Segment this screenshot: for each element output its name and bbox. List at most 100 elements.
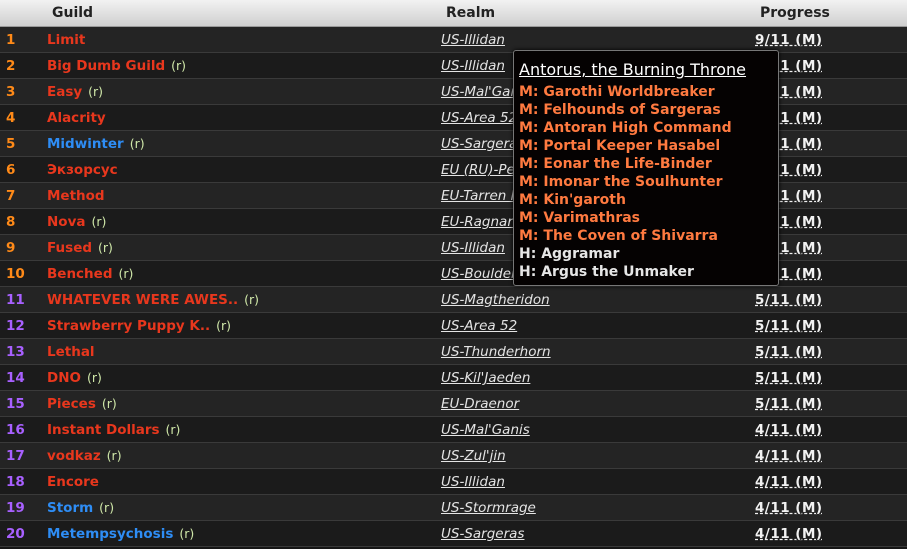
realm-link[interactable]: US-Sargeras <box>441 526 524 542</box>
tooltip-title: Antorus, the Burning Throne <box>519 60 747 79</box>
progress-value[interactable]: 9/11 (M) <box>755 32 823 48</box>
rank-number: 18 <box>6 474 25 490</box>
tooltip-boss-list: M: Garothi Worldbreaker M: Felhounds of S… <box>519 84 732 282</box>
guild-link[interactable]: Midwinter <box>47 136 124 152</box>
recruiting-link[interactable]: (r) <box>91 214 106 229</box>
realm-link[interactable]: US-Area 52 <box>441 110 517 126</box>
progress-value[interactable]: 5/11 (M) <box>755 370 823 386</box>
realm-link[interactable]: US-Kil'Jaeden <box>441 370 530 386</box>
realm-link[interactable]: US-Sargeras <box>441 136 524 152</box>
table-row: 20 Metempsychosis (r) US-Sargeras 4/11 (M) <box>0 521 907 547</box>
tooltip-boss-item: H: Aggramar <box>519 246 620 262</box>
rank-number: 6 <box>6 162 16 178</box>
realm-link[interactable]: US-Thunderhorn <box>441 344 551 360</box>
guild-link[interactable]: Nova <box>47 214 85 230</box>
realm-link[interactable]: US-Mal'Ganis <box>441 422 530 438</box>
header-progress[interactable]: Progress <box>760 5 830 21</box>
guild-link[interactable]: Easy <box>47 84 82 100</box>
rank-number: 19 <box>6 500 25 516</box>
rank-number: 14 <box>6 370 25 386</box>
recruiting-link[interactable]: (r) <box>179 526 194 541</box>
recruiting-link[interactable]: (r) <box>171 58 186 73</box>
realm-link[interactable]: US-Area 52 <box>441 318 517 334</box>
recruiting-link[interactable]: (r) <box>87 370 102 385</box>
rank-number: 10 <box>6 266 25 282</box>
realm-link[interactable]: US-Illidan <box>441 58 505 74</box>
recruiting-link[interactable]: (r) <box>98 240 113 255</box>
recruiting-link[interactable]: (r) <box>130 136 145 151</box>
realm-link[interactable]: US-Illidan <box>441 240 505 256</box>
rank-number: 5 <box>6 136 16 152</box>
recruiting-link[interactable]: (r) <box>244 292 259 307</box>
rank-number: 8 <box>6 214 16 230</box>
table-row: 14 DNO (r) US-Kil'Jaeden 5/11 (M) <box>0 365 907 391</box>
table-row: 13 Lethal US-Thunderhorn 5/11 (M) <box>0 339 907 365</box>
guild-link[interactable]: Alacrity <box>47 110 106 126</box>
guild-link[interactable]: Limit <box>47 32 85 48</box>
table-row: 17 vodkaz (r) US-Zul'jin 4/11 (M) <box>0 443 907 469</box>
table-row: 19 Storm (r) US-Stormrage 4/11 (M) <box>0 495 907 521</box>
rank-number: 20 <box>6 526 25 542</box>
progress-value[interactable]: 5/11 (M) <box>755 344 823 360</box>
rank-number: 13 <box>6 344 25 360</box>
realm-link[interactable]: EU-Draenor <box>441 396 519 412</box>
realm-link[interactable]: US-Magtheridon <box>441 292 550 308</box>
progress-value[interactable]: 5/11 (M) <box>755 292 823 308</box>
guild-link[interactable]: Fused <box>47 240 92 256</box>
tooltip-boss-item: M: The Coven of Shivarra <box>519 228 718 244</box>
rank-number: 1 <box>6 32 16 48</box>
progress-value[interactable]: 5/11 (M) <box>755 318 823 334</box>
table-row: 11 WHATEVER WERE AWES.. (r) US-Magtheridon 5… <box>0 287 907 313</box>
progress-value[interactable]: 4/11 (M) <box>755 422 823 438</box>
guild-link[interactable]: vodkaz <box>47 448 101 464</box>
recruiting-link[interactable]: (r) <box>107 448 122 463</box>
table-row: 12 Strawberry Puppy K.. (r) US-Area 52 5/11 … <box>0 313 907 339</box>
recruiting-link[interactable]: (r) <box>99 500 114 515</box>
recruiting-link[interactable]: (r) <box>166 422 181 437</box>
rank-number: 2 <box>6 58 16 74</box>
guild-link[interactable]: Encore <box>47 474 99 490</box>
recruiting-link[interactable]: (r) <box>88 84 103 99</box>
tooltip-boss-item: M: Portal Keeper Hasabel <box>519 138 721 154</box>
tooltip-boss-item: M: Imonar the Soulhunter <box>519 174 723 190</box>
tooltip-boss-item: M: Eonar the Life-Binder <box>519 156 712 172</box>
guild-link[interactable]: Pieces <box>47 396 96 412</box>
guild-link[interactable]: Method <box>47 188 105 204</box>
recruiting-link[interactable]: (r) <box>102 396 117 411</box>
progress-value[interactable]: 4/11 (M) <box>755 474 823 490</box>
guild-link[interactable]: Metempsychosis <box>47 526 173 542</box>
guild-link[interactable]: Instant Dollars <box>47 422 160 438</box>
tooltip-boss-item: M: Varimathras <box>519 210 641 226</box>
table-row: 16 Instant Dollars (r) US-Mal'Ganis 4/11 (M) <box>0 417 907 443</box>
tooltip-boss-item: H: Argus the Unmaker <box>519 264 694 280</box>
guild-link[interactable]: Экзорсус <box>47 162 118 178</box>
tooltip-boss-item: M: Antoran High Command <box>519 120 732 136</box>
rank-number: 4 <box>6 110 16 126</box>
realm-link[interactable]: US-Illidan <box>441 32 505 48</box>
tooltip-boss-item: M: Garothi Worldbreaker <box>519 84 715 100</box>
raid-progress-tooltip: Antorus, the Burning Throne M: Garothi W… <box>513 50 779 286</box>
header-guild[interactable]: Guild <box>52 5 93 21</box>
guild-link[interactable]: Big Dumb Guild <box>47 58 165 74</box>
guild-link[interactable]: Benched <box>47 266 113 282</box>
guild-link[interactable]: Lethal <box>47 344 95 360</box>
table-row: 18 Encore US-Illidan 4/11 (M) <box>0 469 907 495</box>
realm-link[interactable]: US-Stormrage <box>441 500 536 516</box>
rank-number: 17 <box>6 448 25 464</box>
realm-link[interactable]: US-Illidan <box>441 474 505 490</box>
rank-number: 3 <box>6 84 16 100</box>
recruiting-link[interactable]: (r) <box>216 318 231 333</box>
guild-link[interactable]: Strawberry Puppy K.. <box>47 318 210 334</box>
progress-value[interactable]: 4/11 (M) <box>755 526 823 542</box>
rank-number: 16 <box>6 422 25 438</box>
realm-link[interactable]: US-Zul'jin <box>441 448 506 464</box>
progress-value[interactable]: 5/11 (M) <box>755 396 823 412</box>
recruiting-link[interactable]: (r) <box>118 266 133 281</box>
tooltip-boss-item: M: Kin'garoth <box>519 192 626 208</box>
progress-value[interactable]: 4/11 (M) <box>755 500 823 516</box>
header-realm[interactable]: Realm <box>446 5 495 21</box>
guild-link[interactable]: DNO <box>47 370 81 386</box>
guild-link[interactable]: WHATEVER WERE AWES.. <box>47 292 238 308</box>
guild-link[interactable]: Storm <box>47 500 93 516</box>
progress-value[interactable]: 4/11 (M) <box>755 448 823 464</box>
